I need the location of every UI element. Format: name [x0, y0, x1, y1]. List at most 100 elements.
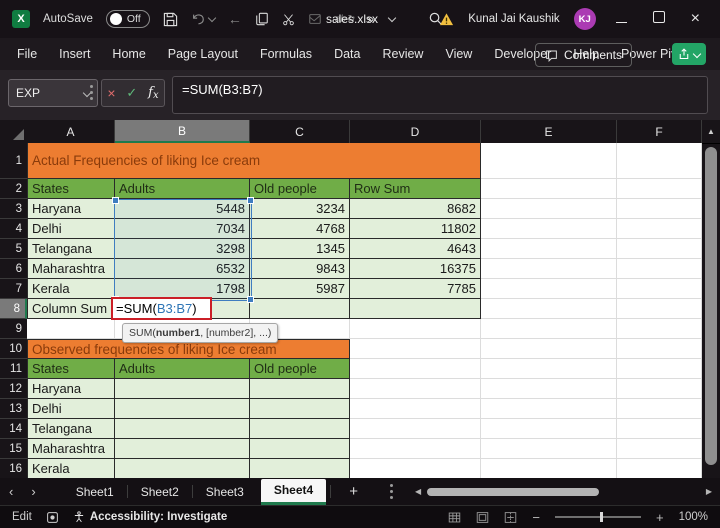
scroll-up-arrow-icon[interactable]: ▲: [702, 120, 720, 144]
cell-A5[interactable]: Telangana: [27, 239, 115, 259]
confirm-entry-button[interactable]: ✓: [126, 85, 137, 101]
cell-E12[interactable]: [481, 379, 617, 399]
cell-F1[interactable]: [617, 143, 702, 179]
cell-B11[interactable]: Adults: [115, 359, 250, 379]
cell-A9[interactable]: [27, 319, 115, 339]
excel-logo-icon[interactable]: X: [12, 10, 30, 28]
user-name[interactable]: Kunal Jai Kaushik: [468, 13, 559, 25]
cell-C2[interactable]: Old people: [250, 179, 350, 199]
cell-C15[interactable]: [250, 439, 350, 459]
row-header-16[interactable]: 16: [0, 459, 27, 478]
tab-file[interactable]: File: [6, 38, 48, 70]
row-header-2[interactable]: 2: [0, 179, 27, 199]
cell-A3[interactable]: Haryana: [27, 199, 115, 219]
horizontal-scrollbar[interactable]: [427, 487, 700, 497]
cell-E6[interactable]: [481, 259, 617, 279]
cell-B16[interactable]: [115, 459, 250, 478]
prev-sheet-arrow-icon[interactable]: ‹: [0, 484, 22, 499]
tab-review[interactable]: Review: [371, 38, 434, 70]
cell-D8[interactable]: [350, 299, 481, 319]
cell-F3[interactable]: [617, 199, 702, 219]
page-layout-view-icon[interactable]: [476, 511, 489, 524]
cell-B14[interactable]: [115, 419, 250, 439]
cell-F12[interactable]: [617, 379, 702, 399]
tab-page-layout[interactable]: Page Layout: [157, 38, 249, 70]
cell-C16[interactable]: [250, 459, 350, 478]
cell-E1[interactable]: [481, 143, 617, 179]
cell-D10[interactable]: [350, 339, 481, 359]
cell-B13[interactable]: [115, 399, 250, 419]
next-sheet-arrow-icon[interactable]: ›: [22, 484, 44, 499]
cell-F6[interactable]: [617, 259, 702, 279]
cell-F11[interactable]: [617, 359, 702, 379]
cell-D4[interactable]: 11802: [350, 219, 481, 239]
cell-F13[interactable]: [617, 399, 702, 419]
minimize-button[interactable]: [610, 10, 633, 28]
cell-D11[interactable]: [350, 359, 481, 379]
zoom-out-button[interactable]: −: [532, 510, 540, 525]
cell-E5[interactable]: [481, 239, 617, 259]
cell-F16[interactable]: [617, 459, 702, 478]
cell-A12[interactable]: Haryana: [27, 379, 115, 399]
select-all-corner[interactable]: [0, 120, 28, 143]
active-cell-editor[interactable]: =SUM(B3:B7): [111, 297, 212, 320]
row-header-11[interactable]: 11: [0, 359, 27, 379]
cell-D16[interactable]: [350, 459, 481, 478]
cell-C4[interactable]: 4768: [250, 219, 350, 239]
cell-D13[interactable]: [350, 399, 481, 419]
cell-F7[interactable]: [617, 279, 702, 299]
row-header-12[interactable]: 12: [0, 379, 27, 399]
accessibility-status[interactable]: Accessibility: Investigate: [73, 511, 227, 523]
cell-C6[interactable]: 9843: [250, 259, 350, 279]
share-button[interactable]: [672, 43, 706, 65]
cell-C12[interactable]: [250, 379, 350, 399]
maximize-button[interactable]: [647, 10, 671, 28]
name-box[interactable]: EXP: [8, 79, 98, 107]
cell-C11[interactable]: Old people: [250, 359, 350, 379]
cell-E10[interactable]: [481, 339, 617, 359]
cell-C14[interactable]: [250, 419, 350, 439]
vertical-scrollbar-thumb[interactable]: [705, 147, 717, 465]
cell-E15[interactable]: [481, 439, 617, 459]
copy-icon[interactable]: [255, 10, 269, 28]
file-name[interactable]: sales.xlsx: [326, 0, 395, 38]
cell-A6[interactable]: Maharashtra: [27, 259, 115, 279]
col-header-D[interactable]: D: [350, 120, 481, 143]
sheet-tab-sheet3[interactable]: Sheet3: [193, 479, 257, 505]
add-sheet-button[interactable]: +: [331, 483, 376, 500]
close-button[interactable]: ×: [685, 11, 706, 27]
formula-input[interactable]: =SUM(B3:B7): [172, 76, 708, 114]
cell-E9[interactable]: [481, 319, 617, 339]
col-header-E[interactable]: E: [481, 120, 617, 143]
tab-formulas[interactable]: Formulas: [249, 38, 323, 70]
cell-A15[interactable]: Maharashtra: [27, 439, 115, 459]
comments-button[interactable]: Comments: [535, 43, 632, 67]
cell-D5[interactable]: 4643: [350, 239, 481, 259]
row-header-10[interactable]: 10: [0, 339, 27, 359]
cell-E8[interactable]: [481, 299, 617, 319]
cell-D14[interactable]: [350, 419, 481, 439]
cell-E13[interactable]: [481, 399, 617, 419]
cell-D3[interactable]: 8682: [350, 199, 481, 219]
hscroll-left-arrow-icon[interactable]: ◀: [415, 487, 421, 496]
row-header-13[interactable]: 13: [0, 399, 27, 419]
cell-B2[interactable]: Adults: [115, 179, 250, 199]
undo-icon[interactable]: [191, 10, 215, 28]
tab-data[interactable]: Data: [323, 38, 371, 70]
cell-C8[interactable]: [250, 299, 350, 319]
col-header-B[interactable]: B: [115, 120, 250, 143]
horizontal-scrollbar-thumb[interactable]: [427, 488, 599, 496]
row-header-6[interactable]: 6: [0, 259, 27, 279]
cell-F2[interactable]: [617, 179, 702, 199]
col-header-F[interactable]: F: [617, 120, 702, 143]
cell-A7[interactable]: Kerala: [27, 279, 115, 299]
col-header-A[interactable]: A: [27, 120, 115, 143]
cell-A13[interactable]: Delhi: [27, 399, 115, 419]
cell-A2[interactable]: States: [27, 179, 115, 199]
cell-D7[interactable]: 7785: [350, 279, 481, 299]
cell-F8[interactable]: [617, 299, 702, 319]
cell-D2[interactable]: Row Sum: [350, 179, 481, 199]
cell-D12[interactable]: [350, 379, 481, 399]
macro-record-icon[interactable]: [46, 511, 59, 524]
cell-A4[interactable]: Delhi: [27, 219, 115, 239]
